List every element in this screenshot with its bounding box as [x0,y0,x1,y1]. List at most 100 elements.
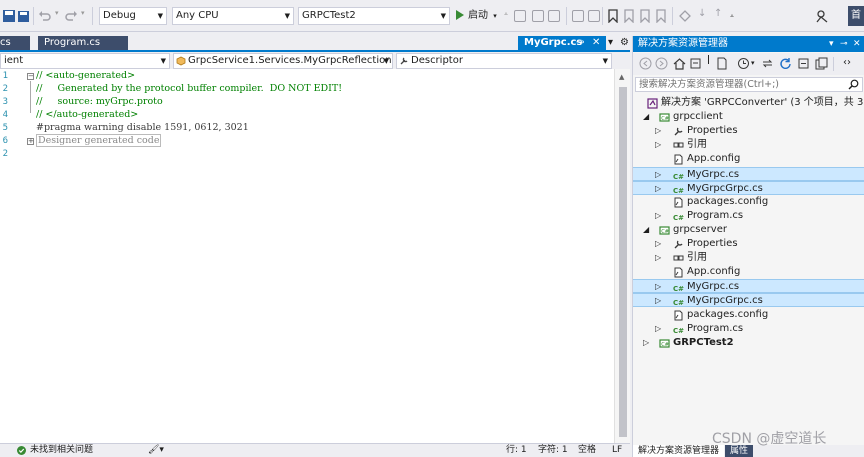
collapse-icon[interactable]: ◢ [643,110,649,124]
start-button[interactable]: 启动 ▾ [456,8,497,24]
editor-vertical-scrollbar[interactable]: ▲ [614,69,630,443]
tree-item[interactable]: ▷ C# MyGrpc.cs [633,279,864,294]
expand-icon[interactable]: ▷ [655,209,661,223]
navigate-icon[interactable] [678,9,692,23]
next-bookmark-icon[interactable] [638,9,652,23]
tree-item[interactable]: ▷ C# MyGrpcGrpc.cs [633,293,864,308]
overflow-icon[interactable]: ⩡ [504,10,508,19]
collapse-all-icon[interactable] [797,57,810,70]
issues-status[interactable]: 未找到相关问题 [30,444,93,457]
tree-item[interactable]: ▷ C# MyGrpcGrpc.cs [633,180,864,196]
switch-views-icon[interactable] [689,57,702,70]
platform-select[interactable]: Any CPU ▼ [172,7,294,25]
configuration-select[interactable]: Debug ▼ [99,7,167,25]
threads-icon[interactable] [532,10,544,22]
member-select[interactable]: Descriptor ▼ [396,53,612,69]
history-dropdown-icon[interactable]: ▾ [751,59,755,67]
expand-icon[interactable]: ▷ [655,168,661,182]
tree-item[interactable]: ▷ Properties [633,237,864,251]
line-ending-indicator[interactable]: LF [612,444,622,457]
pin-icon[interactable]: ⊸ [840,36,848,52]
pin-icon[interactable]: ⊸ [576,36,584,50]
back-icon[interactable] [639,57,652,70]
expand-icon[interactable]: ▷ [643,336,649,350]
tab-solution-explorer[interactable]: 解决方案资源管理器 [633,445,725,457]
collapse-icon[interactable]: ◢ [643,223,649,237]
tree-item[interactable]: ◢ C# grpcserver [633,223,864,237]
history-icon[interactable] [737,57,750,70]
tree-item[interactable]: ▷ 引用 [633,138,864,152]
arrow-up-icon[interactable]: ↑ [714,8,722,19]
sync-icon[interactable] [761,57,774,70]
type-select[interactable]: GrpcService1.Services.MyGrpcReflection ▼ [173,53,393,69]
panel-dropdown-icon[interactable]: ▾ [829,36,834,52]
prev-bookmark-icon[interactable] [622,9,636,23]
tab-cs[interactable]: cs [0,36,30,50]
toolbar-overflow-icon[interactable]: ⩡ [730,12,734,21]
solution-search-input[interactable]: 搜索解决方案资源管理器(Ctrl+;) [635,77,863,92]
bookmark-icon[interactable] [606,9,620,23]
tree-item[interactable]: ▷ C# MyGrpc.cs [633,166,864,182]
clear-bookmarks-icon[interactable] [654,9,668,23]
properties-view-icon[interactable] [815,57,828,70]
tree-item[interactable]: packages.config [633,195,864,209]
pending-changes-icon[interactable]: ꟾ [707,56,710,67]
expand-icon[interactable]: ▷ [655,182,661,196]
expand-icon[interactable]: ▷ [655,322,661,336]
expand-region-icon[interactable]: + [27,138,34,145]
save-icon[interactable] [2,9,16,23]
tree-item[interactable]: ▷ C# Program.cs [633,322,864,336]
undo-icon[interactable] [38,9,52,23]
show-all-files-icon[interactable] [715,57,728,70]
feedback-icon[interactable] [815,9,829,23]
breakpoint-window-icon[interactable] [548,10,560,22]
search-icon[interactable] [848,79,859,90]
comment-out-icon[interactable] [572,10,584,22]
tree-item[interactable]: 解决方案 'GRPCConverter' (3 个项目，共 3 个) [633,96,864,110]
csharp-file-icon: C# [673,170,684,181]
expand-icon[interactable]: ▷ [655,237,661,251]
tree-item-label: Properties [687,125,738,137]
tree-item[interactable]: ▷ C# GRPCTest2 [633,336,864,350]
undo-dropdown-icon[interactable]: ▾ [55,9,59,17]
tree-item[interactable]: App.config [633,152,864,166]
collapsed-region[interactable]: Designer generated code [36,134,162,147]
tree-item[interactable]: ▷ 引用 [633,251,864,265]
scrollbar-thumb[interactable] [619,87,627,437]
refresh-icon[interactable] [779,57,792,70]
close-icon[interactable]: ✕ [853,36,861,52]
uncomment-icon[interactable] [588,10,600,22]
expand-icon[interactable]: ▷ [655,294,661,308]
expand-icon[interactable]: ▷ [655,124,661,138]
close-icon[interactable]: ✕ [592,36,600,50]
arrow-down-icon[interactable]: ↓ [698,8,706,19]
settings-icon[interactable]: ⚙ [620,37,629,48]
save-all-icon[interactable] [16,9,30,23]
redo-dropdown-icon[interactable]: ▾ [81,9,85,17]
tab-dropdown-icon[interactable]: ▾ [608,37,613,48]
forward-icon[interactable] [655,57,668,70]
tree-item[interactable]: ▷ Properties [633,124,864,138]
brush-icon[interactable]: 🖌▾ [148,444,164,457]
tab-program-cs[interactable]: Program.cs [38,36,128,50]
collapse-region-icon[interactable]: − [27,73,34,80]
tree-item[interactable]: App.config [633,265,864,279]
tree-item[interactable]: packages.config [633,308,864,322]
tab-mygrpc-cs[interactable]: MyGrpc.cs ⊸ ✕ [518,36,606,50]
home-icon[interactable] [673,57,686,70]
scroll-up-icon[interactable]: ▲ [619,73,624,81]
code-view-icon[interactable]: ‹› [843,57,851,68]
start-dropdown-icon[interactable]: ▾ [493,12,497,20]
account-tab[interactable]: 首 [848,6,864,26]
stack-frame-icon[interactable] [514,10,526,22]
expand-icon[interactable]: ▷ [655,251,661,265]
tree-item[interactable]: ◢ C# grpcclient [633,110,864,124]
whitespace-indicator[interactable]: 空格 [578,444,596,457]
startup-project-select[interactable]: GRPCTest2 ▼ [298,7,450,25]
expand-icon[interactable]: ▷ [655,138,661,152]
code-editor[interactable]: 1 2 3 4 5 6 2 − + // <auto-generated> //… [0,69,630,443]
redo-icon[interactable] [64,9,78,23]
tree-item[interactable]: ▷ C# Program.cs [633,209,864,223]
project-select[interactable]: ient ▼ [0,53,170,69]
expand-icon[interactable]: ▷ [655,280,661,294]
